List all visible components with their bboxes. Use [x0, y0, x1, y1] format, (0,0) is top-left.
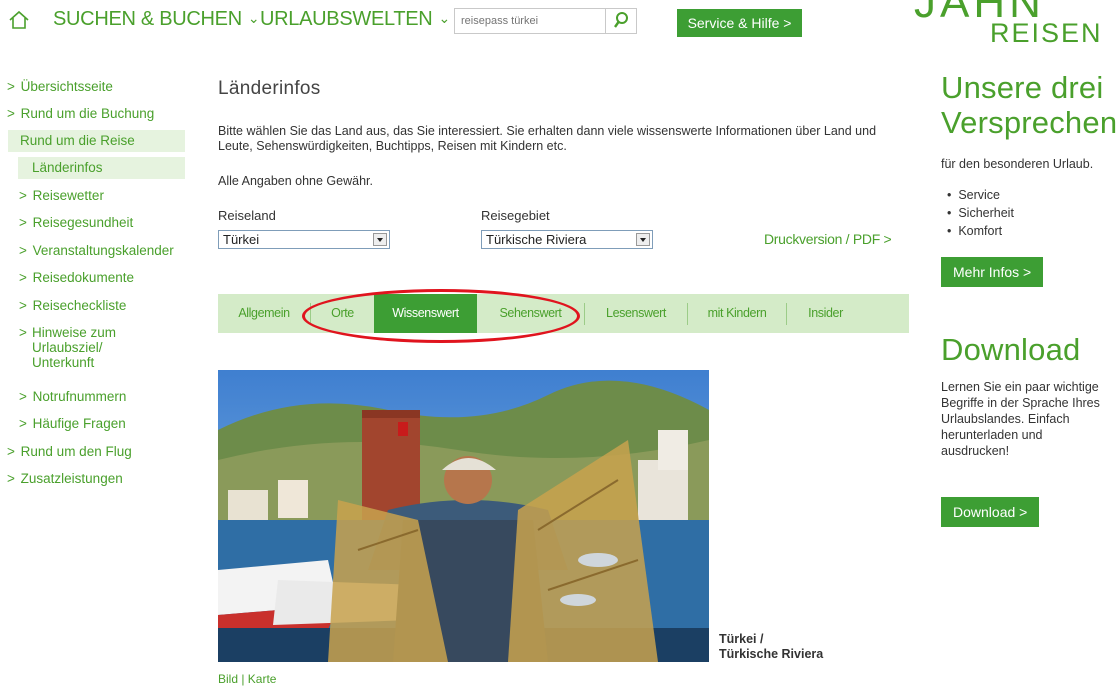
tab-insider[interactable]: Insider — [787, 294, 864, 333]
dropdown-arrow-icon — [373, 233, 387, 246]
logo-bottom-text: REISEN — [990, 18, 1103, 48]
dropdown-arrow-icon — [636, 233, 650, 246]
sidebar-item-reise[interactable]: Rund um die Reise — [20, 133, 135, 148]
sidebar-arrow: > — [19, 416, 27, 431]
service-hilfe-button[interactable]: Service & Hilfe > — [677, 9, 802, 37]
sidebar-arrow: > — [19, 298, 27, 313]
download-button[interactable]: Download > — [941, 497, 1040, 527]
sidebar-item-label: Reisecheckliste — [32, 298, 127, 313]
sidebar-arrow: > — [7, 444, 15, 459]
sidebar-item-label: Häufige Fragen — [32, 416, 126, 431]
chevron-down-icon: ⌄ — [438, 10, 450, 26]
promo-title-line-2: Versprechen — [941, 105, 1118, 140]
photo-caption: Türkei / Türkische Riviera — [719, 632, 823, 662]
druckversion-link[interactable]: Druckversion / PDF > — [764, 231, 892, 247]
sidebar-item-label: Reisegesundheit — [32, 215, 134, 230]
download-text: Lernen Sie ein paar wichtige Begriffe in… — [941, 380, 1100, 458]
sidebar-item-reisewetter[interactable]: > Reisewetter — [19, 188, 104, 203]
sidebar-item-label: Notrufnummern — [32, 389, 127, 404]
page-title: Länderinfos — [218, 78, 321, 99]
list-item-label: Komfort — [958, 224, 1003, 238]
nav-suchen-buchen[interactable]: SUCHEN & BUCHEN ⌄ — [53, 8, 260, 31]
sidebar-item-veranstaltungskalender[interactable]: > Veranstaltungskalender — [19, 243, 174, 258]
sidebar-item-label: Übersichtsseite — [20, 79, 113, 94]
search-icon — [614, 12, 628, 28]
sidebar-item-zusatzleistungen[interactable]: > Zusatzleistungen — [7, 471, 123, 486]
list-item-label: Sicherheit — [958, 206, 1014, 220]
sidebar-item-label: Rund um die Buchung — [20, 106, 155, 121]
promo-subtitle: für den besonderen Urlaub. — [941, 157, 1094, 171]
sidebar-item-label: Rund um die Reise — [20, 133, 135, 148]
sidebar-item-label: Länderinfos — [32, 160, 103, 175]
sidebar-item-haeufige-fragen[interactable]: > Häufige Fragen — [19, 416, 126, 431]
sidebar-arrow: > — [19, 325, 27, 340]
reisegebiet-value: Türkische Riviera — [486, 232, 587, 247]
sidebar-item-flug[interactable]: > Rund um den Flug — [7, 444, 132, 459]
sidebar-item-notrufnummern[interactable]: > Notrufnummern — [19, 389, 126, 404]
sidebar-arrow: > — [19, 389, 27, 404]
nav-urlaubswelten-label: URLAUBSWELTEN — [260, 8, 433, 30]
intro-text: Bitte wählen Sie das Land aus, das Sie i… — [218, 124, 877, 153]
mehr-infos-button[interactable]: Mehr Infos > — [941, 257, 1044, 287]
sidebar-arrow: > — [19, 215, 27, 230]
promo-title: Unsere drei Versprechen — [941, 70, 1117, 140]
disclaimer-text: Alle Angaben ohne Gewähr. — [218, 174, 373, 188]
sidebar-item-reisedokumente[interactable]: > Reisedokumente — [19, 270, 134, 285]
home-icon[interactable] — [8, 10, 30, 30]
tab-allgemein[interactable]: Allgemein — [218, 294, 310, 333]
chevron-down-icon: ⌄ — [247, 10, 260, 26]
sidebar-arrow: > — [19, 270, 27, 285]
sidebar-item-buchung[interactable]: > Rund um die Buchung — [7, 106, 154, 121]
search-button[interactable] — [605, 9, 636, 33]
reiseland-select[interactable]: Türkei — [218, 230, 390, 249]
sidebar-item-label: Reisewetter — [32, 188, 104, 203]
search-input[interactable] — [455, 9, 617, 33]
reisegebiet-label: Reisegebiet — [481, 208, 550, 223]
bild-karte-link[interactable]: Bild | Karte — [218, 672, 276, 686]
list-item-label: Service — [958, 188, 1001, 202]
list-item: • Sicherheit — [947, 206, 1014, 220]
sidebar-item-label: Rund um den Flug — [20, 444, 132, 459]
sidebar-arrow: > — [7, 106, 15, 121]
destination-photo — [218, 370, 709, 662]
sidebar-item-hinweise[interactable]: > Hinweise zum Urlaubsziel/ Unterkunft — [19, 325, 139, 370]
sidebar-item-label: Veranstaltungskalender — [32, 243, 174, 258]
caption-line-2: Türkische Riviera — [719, 647, 824, 661]
promo-title-line-1: Unsere drei — [941, 70, 1104, 105]
sidebar-arrow: > — [7, 471, 15, 486]
sidebar-item-label: Reisedokumente — [32, 270, 134, 285]
sidebar-item-label: Hinweise zum Urlaubsziel/ Unterkunft — [32, 325, 117, 370]
list-item: • Service — [947, 188, 1001, 202]
logo[interactable]: JAHN REISEN — [906, 0, 1120, 48]
sidebar-item-reisegesundheit[interactable]: > Reisegesundheit — [19, 215, 133, 230]
sidebar-item-label: Zusatzleistungen — [20, 471, 123, 486]
sidebar-arrow: > — [7, 79, 15, 94]
promise-list: • Service • Sicherheit • Komfort — [947, 186, 1014, 240]
sidebar-item-laenderinfos[interactable]: Länderinfos — [32, 160, 103, 175]
tab-mit-kindern[interactable]: mit Kindern — [688, 294, 786, 333]
sidebar-item-uebersicht[interactable]: > Übersichtsseite — [7, 79, 113, 94]
reiseland-value: Türkei — [223, 232, 260, 247]
sidebar-arrow: > — [19, 243, 27, 258]
reisegebiet-select[interactable]: Türkische Riviera — [481, 230, 653, 249]
reiseland-label: Reiseland — [218, 208, 276, 223]
tab-lesenswert[interactable]: Lesenswert — [585, 294, 687, 333]
list-item: • Komfort — [947, 224, 1003, 238]
download-title: Download — [941, 332, 1081, 367]
sidebar-item-reisecheckliste[interactable]: > Reisecheckliste — [19, 298, 126, 313]
nav-urlaubswelten[interactable]: URLAUBSWELTEN ⌄ — [260, 8, 450, 31]
sidebar-arrow: > — [19, 188, 27, 203]
nav-suchen-buchen-label: SUCHEN & BUCHEN — [53, 8, 242, 30]
search-box — [454, 8, 637, 34]
red-highlight-ellipse — [302, 289, 580, 343]
caption-line-1: Türkei / — [719, 632, 764, 646]
